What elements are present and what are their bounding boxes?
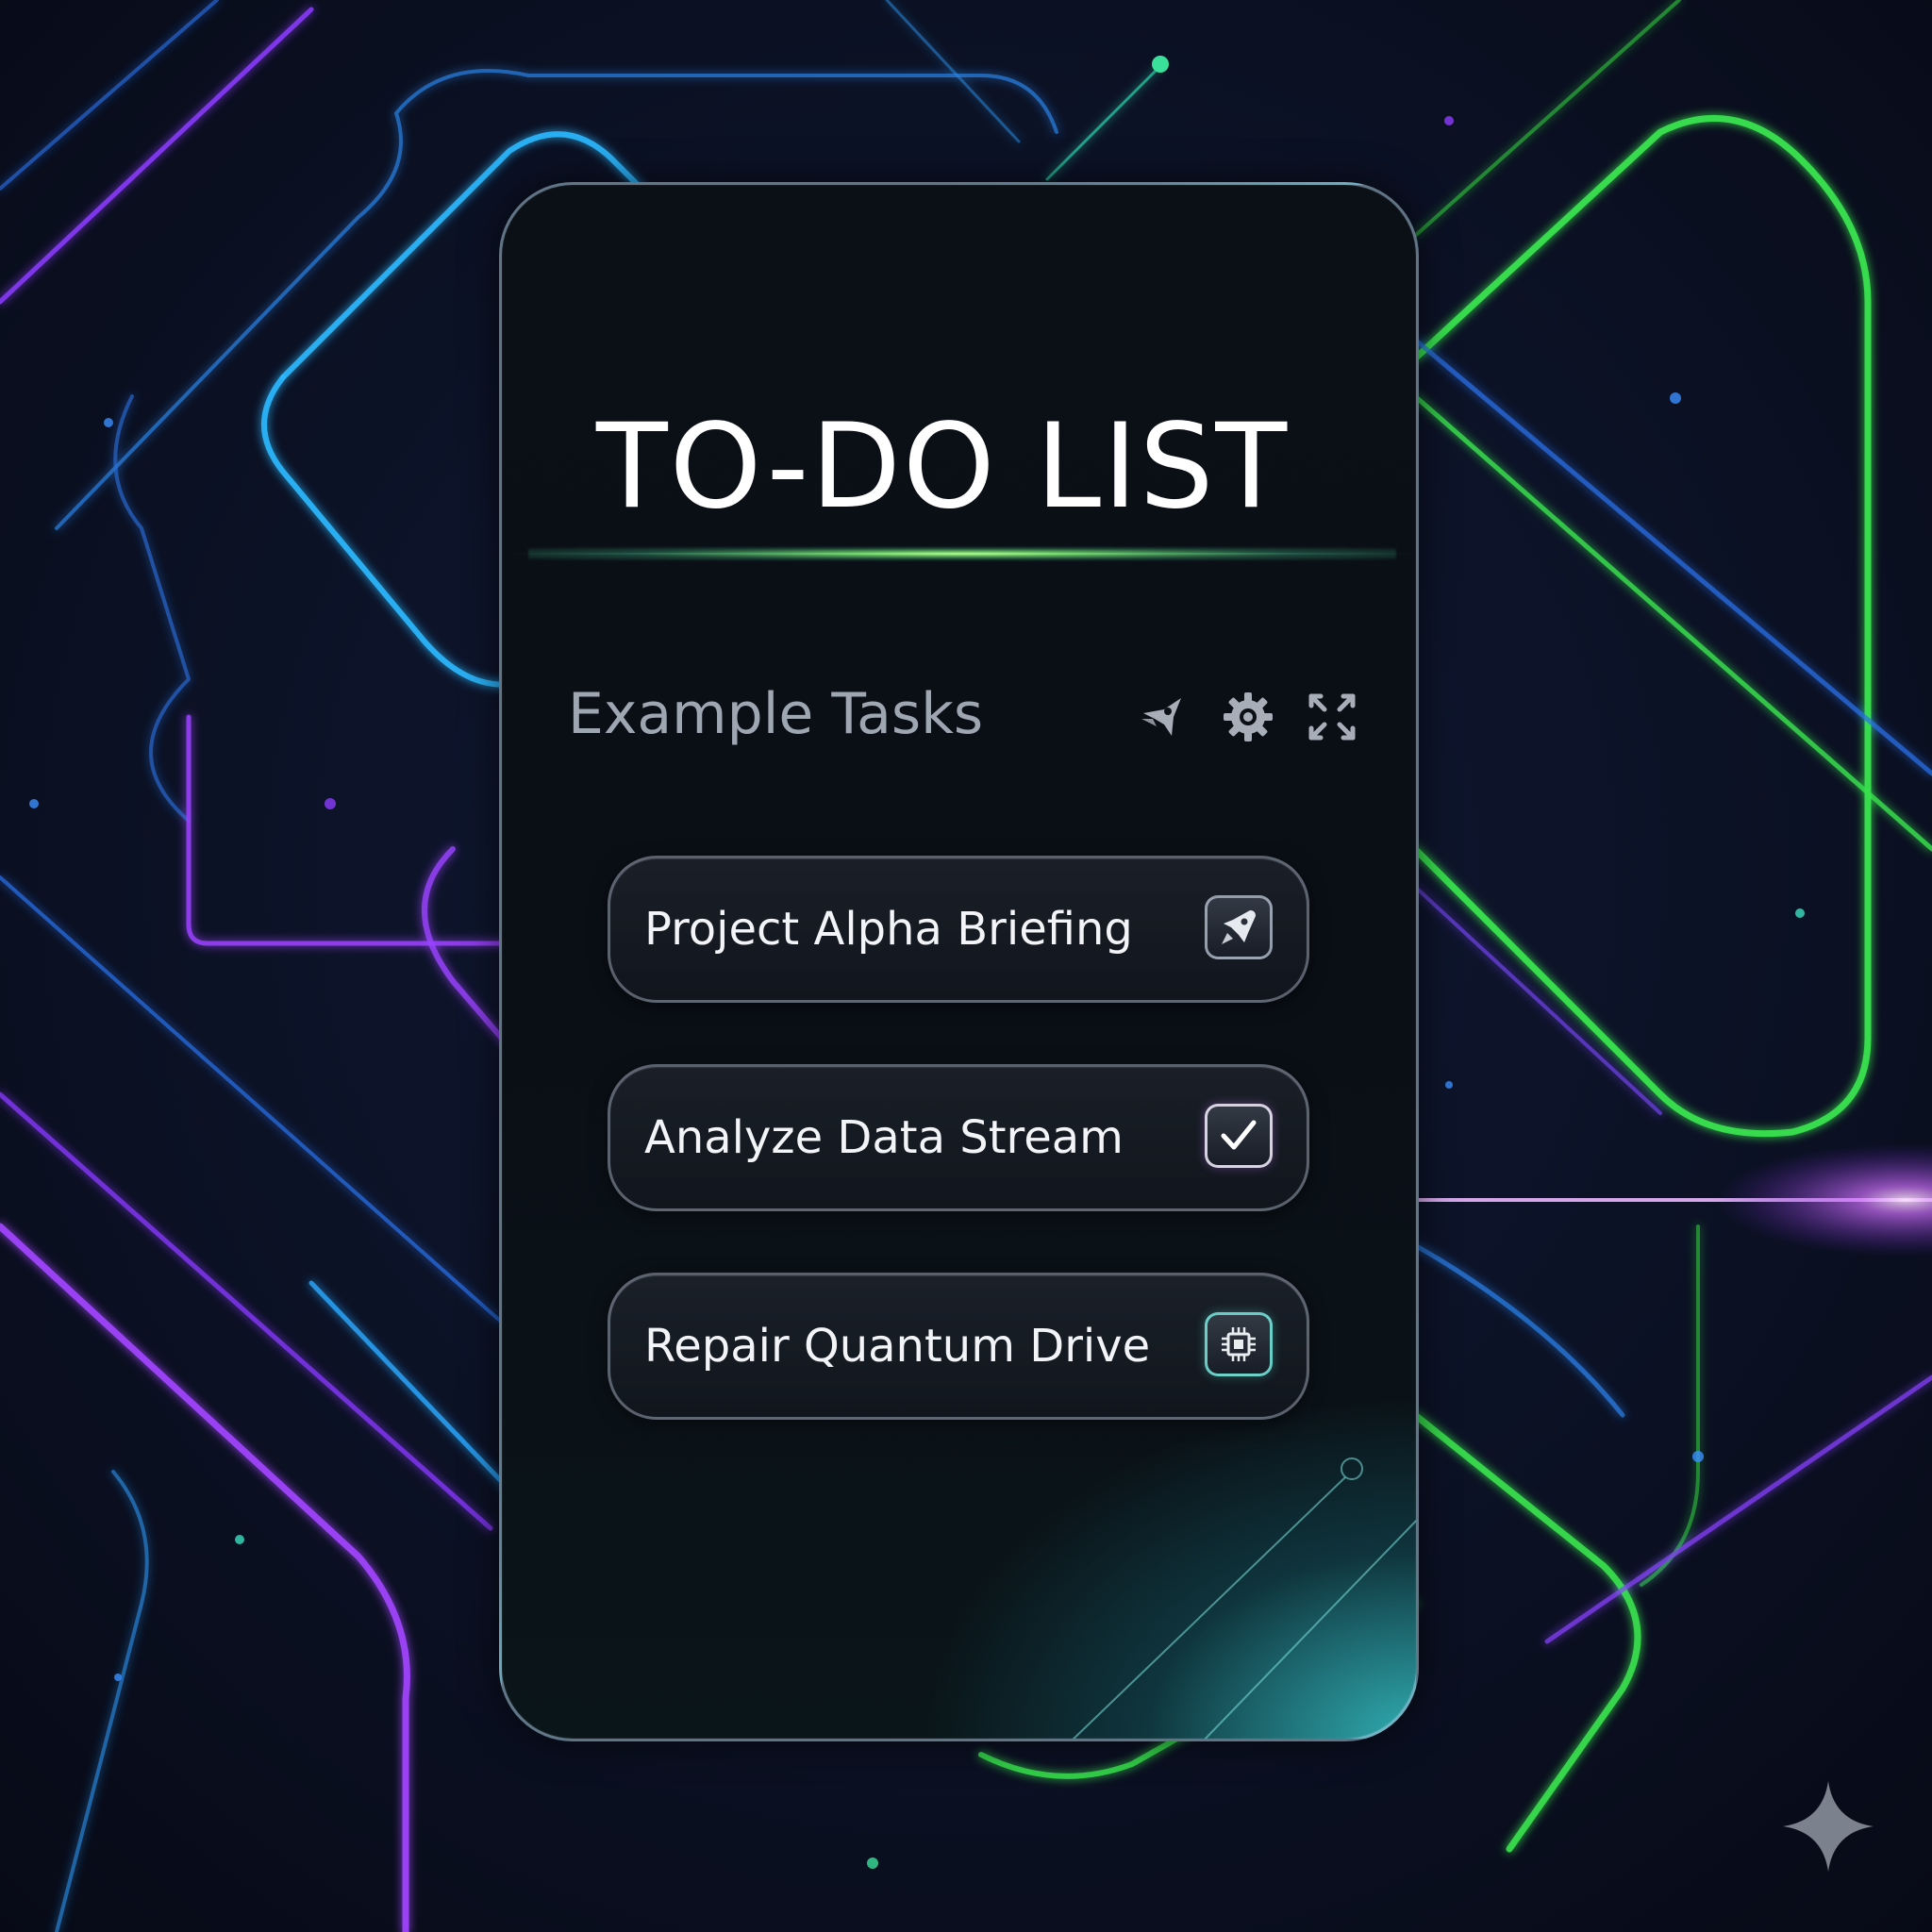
task-rocket-button[interactable] (1205, 895, 1273, 959)
task-item[interactable]: Project Alpha Briefing (608, 856, 1309, 1003)
task-label: Analyze Data Stream (644, 1111, 1124, 1164)
chip-icon (1222, 1327, 1256, 1361)
title-glow (528, 547, 1396, 560)
task-item[interactable]: Repair Quantum Drive (608, 1273, 1309, 1420)
task-chip-button[interactable] (1205, 1312, 1273, 1376)
page-title: TO-DO LIST (596, 399, 1290, 535)
section-title: Example Tasks (568, 681, 984, 747)
task-checkbox-checked[interactable] (1205, 1104, 1273, 1168)
expand-icon[interactable] (1306, 691, 1358, 743)
task-item[interactable]: Analyze Data Stream (608, 1064, 1309, 1211)
gear-icon[interactable] (1222, 691, 1274, 743)
checkmark-icon (1221, 1120, 1257, 1150)
rocket-icon (1222, 910, 1256, 944)
sparkle-icon (1783, 1781, 1874, 1872)
task-label: Repair Quantum Drive (644, 1320, 1151, 1373)
task-label: Project Alpha Briefing (644, 903, 1133, 956)
rocket-icon[interactable] (1136, 691, 1189, 743)
